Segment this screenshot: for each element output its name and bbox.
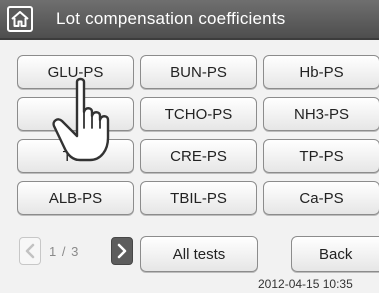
- hb-ps-button[interactable]: Hb-PS: [263, 55, 379, 89]
- page-separator: /: [61, 244, 67, 259]
- all-tests-button[interactable]: All tests: [140, 236, 258, 272]
- nh3-ps-button[interactable]: NH3-PS: [263, 97, 379, 131]
- next-page-button[interactable]: [111, 237, 133, 265]
- home-icon: [11, 11, 29, 27]
- timestamp: 2012-04-15 10:35: [258, 277, 353, 291]
- cre-ps-button[interactable]: CRE-PS: [140, 139, 257, 173]
- chevron-left-icon: [25, 243, 35, 259]
- page-total: 3: [71, 244, 80, 259]
- prev-page-button[interactable]: [19, 237, 41, 265]
- alb-ps-button[interactable]: ALB-PS: [17, 181, 134, 215]
- chevron-right-icon: [117, 243, 127, 259]
- page-current: 1: [49, 244, 58, 259]
- tp-ps-button[interactable]: TP-PS: [263, 139, 379, 173]
- pointing-hand-icon: [52, 77, 110, 162]
- page-indicator: 1 / 3: [49, 244, 79, 259]
- home-button[interactable]: [7, 6, 33, 32]
- ca-ps-button[interactable]: Ca-PS: [263, 181, 379, 215]
- back-button[interactable]: Back: [291, 236, 379, 272]
- tcho-ps-button[interactable]: TCHO-PS: [140, 97, 257, 131]
- bun-ps-button[interactable]: BUN-PS: [140, 55, 257, 89]
- title-bar: Lot compensation coefficients: [0, 0, 379, 40]
- page-title: Lot compensation coefficients: [56, 9, 286, 28]
- tbil-ps-button[interactable]: TBIL-PS: [140, 181, 257, 215]
